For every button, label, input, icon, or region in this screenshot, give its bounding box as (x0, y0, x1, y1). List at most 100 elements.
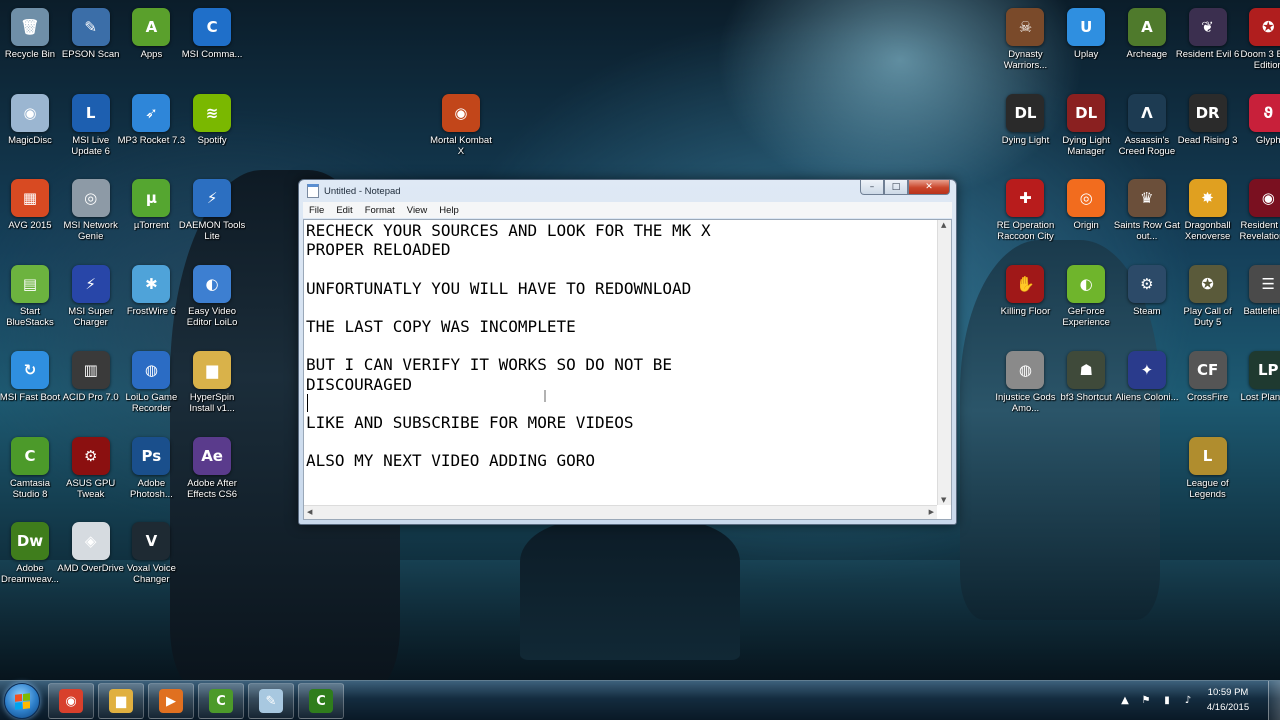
desktop-shortcut[interactable]: ✱ FrostWire 6 (119, 261, 183, 343)
menu-format[interactable]: Format (359, 205, 401, 216)
desktop-shortcut[interactable]: ◉ Mortal Kombat X (429, 90, 493, 172)
network-signal-icon[interactable]: ▮ (1161, 695, 1173, 707)
clock[interactable]: 10:59 PM 4/16/2015 (1198, 685, 1258, 715)
show-desktop-button[interactable] (1268, 681, 1280, 720)
desktop-shortcut[interactable]: L League of Legends (1176, 433, 1240, 515)
desktop-shortcut-label: MagicDisc (8, 134, 52, 146)
scroll-down-icon[interactable]: ▼ (941, 496, 946, 504)
taskbar-button[interactable]: ✎ (248, 683, 294, 719)
close-button[interactable]: ✕ (908, 180, 950, 195)
text-editor-area[interactable]: RECHECK YOUR SOURCES AND LOOK FOR THE MK… (303, 219, 952, 520)
desktop-shortcut[interactable]: L MSI Live Update 6 (59, 90, 123, 172)
desktop-shortcut[interactable]: U Uplay (1054, 4, 1118, 86)
msi-network-genie-icon: ◎ (71, 179, 110, 218)
desktop-shortcut[interactable]: ▥ ACID Pro 7.0 (59, 347, 123, 429)
desktop-shortcut[interactable]: A Apps (119, 4, 183, 86)
desktop-shortcut[interactable]: ⚡ DAEMON Tools Lite (179, 175, 245, 257)
desktop-shortcut[interactable]: ✪ Doom 3 BFG Edition (1236, 4, 1280, 86)
menu-file[interactable]: File (303, 205, 330, 216)
notepad-app-icon[interactable] (307, 184, 319, 198)
scroll-right-icon[interactable]: ▶ (929, 508, 934, 516)
action-center-flag-icon[interactable]: ⚑ (1140, 695, 1152, 707)
desktop-shortcut-label: League of Legends (1186, 477, 1229, 500)
desktop-shortcut[interactable]: ◐ Easy Video Editor LoiLo (180, 261, 244, 343)
desktop-shortcut[interactable]: Ps Adobe Photosh... (119, 433, 183, 515)
desktop-shortcut-label: Dynasty Warriors... (1003, 49, 1048, 71)
desktop-shortcut[interactable]: ◉Resident Evil Revelations 2 (1236, 175, 1280, 257)
scroll-left-icon[interactable]: ◀ (307, 508, 312, 516)
desktop-shortcut[interactable]: A Archeage (1115, 4, 1179, 86)
desktop-shortcut[interactable]: ✪ Play Call of Duty 5 (1176, 261, 1240, 343)
desktop-shortcut[interactable]: ♛ Saints Row Gat out... (1114, 175, 1180, 257)
desktop-shortcut[interactable]: ◍ Injustice Gods Amo... (993, 347, 1057, 429)
desktop-shortcut[interactable]: ⚙ ASUS GPU Tweak (59, 433, 123, 515)
desktop-shortcut[interactable]: ⚡ MSI Super Charger (59, 261, 123, 343)
document-text[interactable]: RECHECK YOUR SOURCES AND LOOK FOR THE MK… (306, 221, 936, 511)
desktop-shortcut-label: MSI Network Genie (63, 220, 118, 243)
desktop-shortcut[interactable]: C MSI Comma... (180, 4, 244, 86)
desktop-shortcut[interactable]: ✋ Killing Floor (993, 261, 1057, 343)
desktop-shortcut[interactable]: 🗑 Recycle Bin (0, 4, 62, 86)
desktop-shortcut[interactable]: V Voxal Voice Changer (119, 518, 183, 600)
vertical-scrollbar[interactable]: ▲ ▼ (937, 220, 951, 505)
desktop-shortcut[interactable]: ☗ bf3 Shortcut (1054, 347, 1118, 429)
camtasia-icon: C (11, 436, 49, 475)
taskbar-button[interactable]: ▶ (148, 683, 194, 719)
desktop-shortcut[interactable]: ☠ Dynasty Warriors... (993, 4, 1057, 86)
desktop-shortcut[interactable]: ➶ MP3 Rocket 7.3 (118, 90, 185, 172)
scroll-up-icon[interactable]: ▲ (941, 221, 946, 229)
taskbar-button[interactable]: C (198, 683, 244, 719)
taskbar-button[interactable]: ◉ (48, 683, 94, 719)
desktop-shortcut[interactable]: µ µTorrent (119, 175, 183, 257)
desktop-shortcut[interactable]: ϑ Glyph (1236, 90, 1280, 172)
menu-help[interactable]: Help (433, 205, 465, 216)
desktop-shortcut[interactable]: CF CrossFire (1176, 347, 1240, 429)
desktop-shortcut-label: Voxal Voice Changer (126, 563, 176, 586)
horizontal-scrollbar[interactable]: ◀ ▶ (304, 505, 937, 519)
notepad-window[interactable]: Untitled - Notepad – □ ✕ File Edit Forma… (298, 179, 957, 525)
desktop-shortcut[interactable]: ☰ Battlefield 4 (1236, 261, 1280, 343)
desktop-shortcut[interactable]: ▤ Start BlueStacks (0, 261, 62, 343)
desktop-shortcut[interactable]: DL Dying Light (993, 90, 1057, 172)
desktop-shortcut[interactable]: ✸ Dragonball Xenoverse (1176, 175, 1240, 257)
desktop-shortcut[interactable]: ⚙ Steam (1115, 261, 1179, 343)
desktop-shortcut[interactable]: ▆ HyperSpin Install v1... (180, 347, 244, 429)
start-button[interactable] (4, 683, 40, 719)
desktop-shortcut[interactable]: ✦ Aliens Coloni... (1115, 347, 1179, 429)
desktop-shortcut[interactable]: DR Dead Rising 3 (1176, 90, 1240, 172)
desktop-shortcut[interactable]: Dw Adobe Dreamweav... (0, 518, 62, 600)
maximize-button[interactable]: □ (884, 180, 908, 195)
volume-icon[interactable]: ♪ (1182, 695, 1194, 707)
show-hidden-icons-icon[interactable]: ▲ (1119, 695, 1131, 707)
desktop-shortcut[interactable]: C Camtasia Studio 8 (0, 433, 62, 515)
after-effects-icon: Ae (193, 436, 232, 475)
desktop-shortcut[interactable]: ◎ MSI Network Genie (59, 175, 123, 257)
menu-view[interactable]: View (401, 205, 433, 216)
desktop-shortcut[interactable]: ↻ MSI Fast Boot (0, 347, 62, 429)
desktop-shortcut[interactable]: ◍ LoiLo Game Recorder (119, 347, 183, 429)
desktop-shortcut-label: Recycle Bin (4, 49, 56, 60)
msi-live-update-icon: L (71, 93, 110, 132)
desktop-shortcut[interactable]: ▦ AVG 2015 (0, 175, 62, 257)
desktop-shortcut[interactable]: ◈ AMD OverDrive (57, 518, 124, 600)
desktop-shortcut-label: Resident Evil 6 (1175, 49, 1240, 60)
taskbar-button[interactable]: ▆ (98, 683, 144, 719)
desktop-shortcut[interactable]: LP Lost Planet 3 (1236, 347, 1280, 429)
menu-edit[interactable]: Edit (330, 205, 358, 216)
taskbar-button[interactable]: C (298, 683, 344, 719)
desktop-shortcut[interactable]: Ae Adobe After Effects CS6 (180, 433, 244, 515)
desktop-shortcut[interactable]: DL Dying Light Manager (1054, 90, 1118, 172)
voxal-icon: V (132, 522, 171, 561)
desktop-shortcut[interactable]: ✚ RE Operation Raccoon City (993, 175, 1057, 257)
desktop-shortcut[interactable]: ◎ Origin (1054, 175, 1118, 257)
notepad-title-bar[interactable]: Untitled - Notepad (307, 182, 401, 200)
desktop-shortcut[interactable]: Λ Assassin's Creed Rogue (1115, 90, 1179, 172)
frostwire-icon: ✱ (132, 265, 171, 304)
desktop-shortcut[interactable]: ◐ GeForce Experience (1054, 261, 1118, 343)
desktop-shortcut[interactable]: ≋ Spotify (180, 90, 244, 172)
desktop-shortcut[interactable]: ◉ MagicDisc (0, 90, 62, 172)
minimize-button[interactable]: – (860, 180, 884, 195)
desktop-shortcut[interactable]: ❦ Resident Evil 6 (1176, 4, 1240, 86)
clock-date: 4/16/2015 (1206, 702, 1250, 713)
desktop-shortcut[interactable]: ✎ EPSON Scan (59, 4, 123, 86)
